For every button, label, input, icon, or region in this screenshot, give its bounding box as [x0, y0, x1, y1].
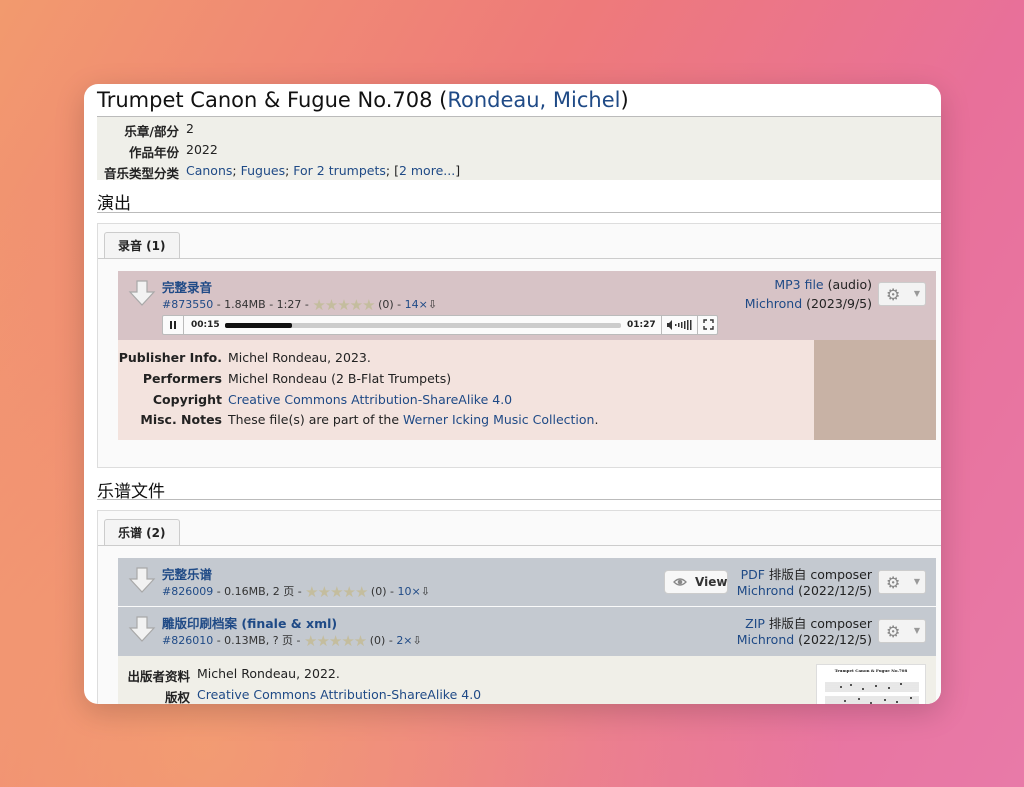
- file-actions-button[interactable]: ⚙ ▼: [878, 282, 926, 306]
- file-uploader: Michrond (2022/12/5): [736, 632, 872, 647]
- file-actions-button[interactable]: ⚙ ▼: [878, 570, 926, 594]
- genre-more-link[interactable]: 2 more...: [399, 163, 455, 178]
- file-id-link[interactable]: #826010: [162, 634, 213, 647]
- sheet-music-preview: [825, 682, 919, 704]
- composer-link[interactable]: Rondeau, Michel: [447, 88, 620, 112]
- player-duration: 01:27: [627, 320, 656, 330]
- info-label: 作品年份: [128, 145, 179, 160]
- audio-player: 00:15 01:27: [162, 315, 718, 335]
- scores-panel: 乐谱 (2) 完整乐谱 #826009 - 0.16MB, 2 页 - ★★★★…: [97, 510, 941, 704]
- score-file-row: 完整乐谱 #826009 - 0.16MB, 2 页 - ★★★★★ (0) -…: [118, 558, 936, 606]
- genre-links: Canons; Fugues; For 2 trumpets; [2 more.…: [186, 163, 461, 178]
- uploader-link[interactable]: Michrond: [737, 583, 794, 598]
- info-value: 2: [186, 121, 194, 136]
- download-count-icon: ⇩: [412, 634, 422, 647]
- chevron-down-icon: ▼: [913, 289, 920, 298]
- uploader-link[interactable]: Michrond: [737, 632, 794, 647]
- info-label: 音乐类型分类: [103, 166, 179, 181]
- info-label: 乐章/部分: [124, 124, 179, 139]
- copyright-link[interactable]: Creative Commons Attribution-ShareAlike …: [228, 392, 512, 407]
- section-divider: [97, 499, 941, 500]
- download-count-link[interactable]: 10×: [397, 585, 420, 598]
- browser-window: Trumpet Canon & Fugue No.708 (Rondeau, M…: [84, 84, 941, 704]
- score-thumbnail[interactable]: Trumpet Canon & Fugue No.708: [816, 664, 926, 704]
- audio-file-row: 完整录音 #873550 - 1.84MB - 1:27 - ★★★★★ (0)…: [118, 271, 936, 340]
- section-title-performances: 演出: [97, 194, 131, 214]
- chevron-down-icon: ▼: [913, 577, 920, 586]
- player-divider: [183, 316, 184, 334]
- file-meta: #826010 - 0.13MB, ? 页 - ★★★★★ (0) - 2×⇩: [162, 632, 422, 650]
- info-value: 2022: [186, 142, 218, 157]
- detail-row-copyright: 版权: [164, 690, 190, 704]
- file-name-link[interactable]: 雕版印刷档案 (finale & xml): [162, 613, 337, 632]
- rating-stars[interactable]: ★★★★★: [304, 632, 367, 650]
- gear-icon: ⚙: [886, 285, 901, 304]
- player-divider: [661, 316, 662, 334]
- file-format: PDF 排版自 composer: [740, 567, 872, 582]
- download-count-link[interactable]: 2×: [396, 634, 412, 647]
- file-meta: #826009 - 0.16MB, 2 页 - ★★★★★ (0) - 10×⇩: [162, 583, 430, 601]
- detail-row-copyright: Copyright: [152, 392, 222, 407]
- file-id-link[interactable]: #826009: [162, 585, 213, 598]
- file-format: ZIP 排版自 composer: [745, 616, 872, 631]
- fullscreen-icon[interactable]: [703, 319, 714, 330]
- detail-row-performers: Performers: [142, 371, 222, 386]
- detail-row-notes: Misc. Notes: [140, 412, 222, 427]
- player-progress-fill: [225, 323, 293, 328]
- format-link[interactable]: MP3 file: [774, 277, 823, 292]
- download-count-icon: ⇩: [427, 298, 438, 311]
- gear-icon: ⚙: [886, 573, 901, 592]
- collection-link[interactable]: Werner Icking Music Collection: [403, 412, 594, 427]
- copyright-link[interactable]: Creative Commons Attribution-ShareAlike …: [197, 687, 481, 702]
- genre-link-canons[interactable]: Canons: [186, 163, 232, 178]
- section-divider: [97, 212, 941, 213]
- eye-icon: [673, 578, 687, 586]
- recordings-panel: 录音 (1) 完整录音 #873550 - 1.84MB - 1:27 - ★★…: [97, 223, 941, 468]
- recording-details: Publisher Info. Michel Rondeau, 2023. Pe…: [118, 340, 936, 440]
- file-name-link[interactable]: 完整录音: [162, 277, 212, 296]
- player-current-time: 00:15: [191, 320, 220, 330]
- download-arrow-icon[interactable]: [128, 566, 156, 594]
- file-meta: #873550 - 1.84MB - 1:27 - ★★★★★ (0) - 14…: [162, 296, 438, 314]
- file-id-link[interactable]: #873550: [162, 298, 213, 311]
- format-link[interactable]: PDF: [741, 567, 765, 582]
- view-button[interactable]: View: [664, 570, 728, 594]
- chevron-down-icon: ▼: [913, 626, 920, 635]
- player-progress-track[interactable]: [225, 323, 621, 328]
- details-side-panel: [814, 340, 936, 440]
- score-details: 出版者资料 Michel Rondeau, 2022. 版权 Creative …: [118, 656, 936, 704]
- detail-row-publisher: Publisher Info.: [118, 350, 222, 365]
- genre-link-trumpets[interactable]: For 2 trumpets: [293, 163, 386, 178]
- format-link[interactable]: ZIP: [745, 616, 765, 631]
- rating-stars[interactable]: ★★★★★: [312, 296, 375, 314]
- player-divider: [697, 316, 698, 334]
- file-format: MP3 file (audio): [774, 277, 872, 292]
- page-title: Trumpet Canon & Fugue No.708 (Rondeau, M…: [97, 88, 629, 112]
- tab-underline: [98, 545, 941, 546]
- file-uploader: Michrond (2023/9/5): [744, 296, 872, 311]
- download-count-link[interactable]: 14×: [405, 298, 428, 311]
- genre-link-fugues[interactable]: Fugues: [241, 163, 286, 178]
- file-actions-button[interactable]: ⚙ ▼: [878, 619, 926, 643]
- thumbnail-title: Trumpet Canon & Fugue No.708: [834, 668, 908, 673]
- file-name-link[interactable]: 完整乐谱: [162, 564, 212, 583]
- gear-icon: ⚙: [886, 622, 901, 641]
- download-count-icon: ⇩: [420, 585, 430, 598]
- volume-icon[interactable]: [667, 320, 695, 330]
- detail-row-publisher: 出版者资料: [127, 669, 190, 684]
- uploader-link[interactable]: Michrond: [745, 296, 802, 311]
- download-arrow-icon[interactable]: [128, 279, 156, 307]
- score-file-row: 雕版印刷档案 (finale & xml) #826010 - 0.13MB, …: [118, 607, 936, 656]
- download-arrow-icon[interactable]: [128, 615, 156, 643]
- tab-scores[interactable]: 乐谱 (2): [104, 519, 180, 545]
- tab-underline: [98, 258, 941, 259]
- file-uploader: Michrond (2022/12/5): [736, 583, 872, 598]
- work-info-box: 乐章/部分 2 作品年份 2022 音乐类型分类 Canons; Fugues;…: [97, 117, 941, 181]
- rating-stars[interactable]: ★★★★★: [305, 583, 368, 601]
- pause-icon[interactable]: [168, 320, 178, 330]
- tab-recordings[interactable]: 录音 (1): [104, 232, 180, 258]
